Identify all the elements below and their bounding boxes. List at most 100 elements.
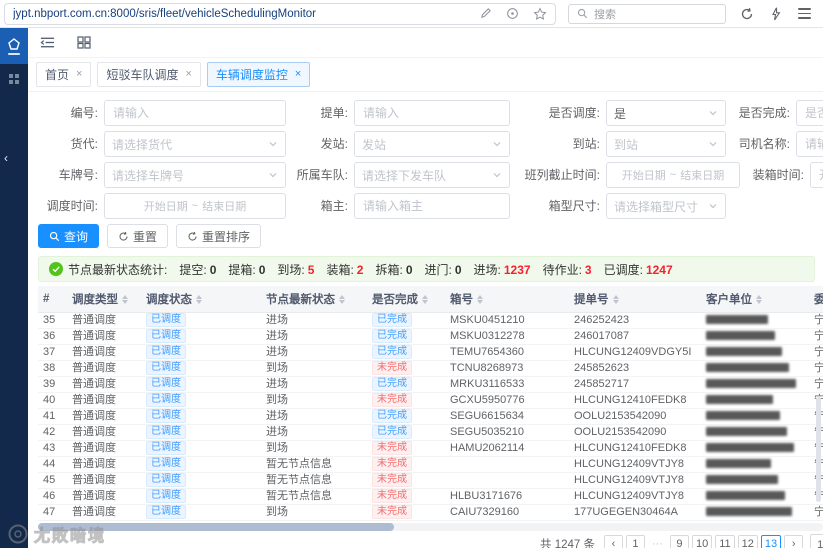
browser-search[interactable]: 搜索 — [568, 3, 726, 24]
tab-close-icon[interactable]: × — [76, 69, 82, 80]
sort-icon[interactable] — [122, 295, 128, 305]
table-row[interactable]: 35普通调度已调度 进场已完成 MSKU0451210246252423 宁波 — [38, 312, 823, 329]
banlie-date-range[interactable]: 开始日期 ~ 结束日期 — [606, 162, 740, 188]
reset-sort-button[interactable]: 重置排序 — [176, 224, 262, 248]
column-header-7[interactable]: 客户单位 — [698, 286, 806, 313]
flash-icon[interactable] — [770, 7, 782, 21]
column-header-label: 箱号 — [450, 293, 473, 306]
table-row[interactable]: 43 普通调度 已调度 到场 未完成 HAMU2062114 HLCUNG12410FEDK… — [38, 440, 823, 457]
column-header-5[interactable]: 箱号 — [442, 286, 566, 313]
sort-icon[interactable] — [422, 295, 428, 305]
cell-done-status: 已完成 — [364, 312, 442, 329]
column-header-3[interactable]: 节点最新状态 — [258, 286, 364, 313]
filter-label: 提单: — [320, 106, 348, 120]
next-page-button[interactable]: › — [784, 534, 804, 548]
sidebar-menu-item[interactable] — [0, 64, 28, 94]
sort-icon[interactable] — [339, 295, 345, 305]
horizontal-scrollbar[interactable] — [38, 522, 823, 531]
dashboard-grid-icon[interactable] — [77, 36, 91, 49]
status-item-label: 进场: — [473, 262, 501, 277]
page-size-value: 100 条/页 — [817, 538, 823, 548]
reset-button[interactable]: 重置 — [107, 224, 169, 248]
table-row[interactable]: 40 普通调度 已调度 到场 未完成 GCXU5950776 HLCUNG12410FEDK… — [38, 392, 823, 409]
tab-车辆调度监控[interactable]: 车辆调度监控 × — [206, 62, 311, 87]
bianhao-input[interactable] — [104, 100, 286, 126]
diaodu-date-range[interactable]: 开始日期 ~ 结束日期 — [104, 193, 286, 219]
tab-短驳车队调度[interactable]: 短驳车队调度 × — [97, 62, 201, 87]
search-placeholder: 搜索 — [594, 8, 616, 21]
page-button-13[interactable]: 13 — [760, 534, 782, 548]
sort-icon[interactable] — [612, 295, 619, 305]
address-bar[interactable]: jypt.nbport.com.cn:8000/sris/fleet/vehic… — [4, 2, 556, 25]
cell-entrust: 宁波 — [806, 328, 823, 345]
table-row[interactable]: 45普通调度已调度暂无节点信息未完成HLCUNG12409VTJY8宁波 — [38, 472, 823, 489]
prev-page-button[interactable]: ‹ — [603, 534, 623, 548]
chepai-select[interactable]: 请选择车牌号 — [104, 162, 286, 188]
more-pages[interactable]: ··· — [647, 534, 667, 548]
huodai-select[interactable]: 请选择货代 — [104, 131, 286, 157]
page-button-10[interactable]: 10 — [691, 534, 713, 548]
page-button-9[interactable]: 9 — [669, 534, 689, 548]
page-size-select[interactable]: 100 条/页 — [810, 533, 823, 548]
table-row[interactable]: 47 普通调度 已调度 到场 未完成 CAIU7329160 177UGEGEN30464A… — [38, 504, 823, 521]
edit-icon[interactable] — [479, 7, 492, 20]
siji-input[interactable] — [796, 131, 823, 157]
query-button[interactable]: 查询 — [38, 224, 100, 248]
table-row[interactable]: 44普通调度已调度暂无节点信息未完成HLCUNG12409VTJY8宁波 — [38, 456, 823, 473]
tab-close-icon[interactable]: × — [185, 69, 191, 80]
table-row[interactable]: 36普通调度已调度 进场已完成 MSKU0312278246017087 宁波 — [38, 328, 823, 345]
zhuangxiang-date-input[interactable] — [810, 162, 823, 188]
sidebar-collapse-icon[interactable]: ‹ — [0, 146, 12, 170]
menu-icon[interactable] — [798, 8, 811, 19]
sort-icon[interactable] — [477, 295, 483, 305]
xiangxing-select[interactable]: 请选择箱型尺寸 — [606, 193, 726, 219]
tidan-input[interactable] — [354, 100, 510, 126]
column-header-2[interactable]: 调度状态 — [138, 286, 258, 313]
status-item-label: 装箱: — [326, 262, 354, 277]
page-button-1[interactable]: 1 — [625, 534, 645, 548]
refresh-icon[interactable] — [740, 7, 754, 21]
status-item-value: 0 — [454, 262, 462, 277]
xiangzhu-input[interactable] — [354, 193, 510, 219]
page-button-11[interactable]: 11 — [715, 534, 735, 548]
column-header-1[interactable]: 调度类型 — [64, 286, 138, 313]
bookmark-star-icon[interactable] — [533, 6, 547, 21]
column-header-8[interactable]: 委托单位 — [806, 286, 823, 313]
table-row[interactable]: 42普通调度已调度进场已完成SEGU5035210OOLU2153542090宁… — [38, 424, 823, 441]
status-item: 已调度: 1247 — [604, 263, 673, 277]
column-header-6[interactable]: 提单号 — [566, 286, 698, 313]
url-text[interactable]: jypt.nbport.com.cn:8000/sris/fleet/vehic… — [13, 8, 471, 20]
table-row[interactable]: 41普通调度已调度进场已完成SEGU6615634OOLU2153542090宁… — [38, 408, 823, 425]
filter-label: 班列截止时间: — [524, 168, 600, 182]
shifou-wancheng-input[interactable] — [796, 100, 823, 126]
filter-label: 是否完成: — [738, 106, 790, 120]
sort-icon[interactable] — [756, 295, 762, 305]
menu-fold-icon[interactable] — [40, 36, 55, 49]
chedui-select[interactable]: 请选择下发车队 — [354, 162, 510, 188]
shifou-diaodu-select[interactable]: 是 — [606, 100, 726, 126]
sort-icon[interactable] — [196, 295, 202, 305]
reset-sort-icon — [188, 231, 197, 241]
app-logo[interactable] — [0, 28, 28, 64]
table-row[interactable]: 37 普通调度 已调度 进场 已完成 TEMU7654360 HLCUNG12409VDGY… — [38, 344, 823, 361]
daozhan-select[interactable]: 到站 — [606, 131, 726, 157]
cell-client — [698, 360, 806, 377]
cell-index: 42 — [38, 424, 64, 441]
fazhan-select[interactable]: 发站 — [354, 131, 510, 157]
tab-label: 车辆调度监控 — [215, 68, 288, 82]
page-button-12[interactable]: 12 — [737, 534, 758, 548]
cell-dispatch-status: 已调度 — [138, 392, 258, 409]
tab-close-icon[interactable]: × — [295, 69, 301, 80]
cell-done-status: 已完成 — [364, 424, 442, 441]
status-item-value: 0 — [405, 262, 413, 277]
scrollbar-thumb[interactable] — [38, 522, 394, 531]
cell-bill-no: HLCUNG12409VTJY8 — [566, 456, 698, 473]
tab-首页[interactable]: 首页 × — [36, 62, 92, 87]
column-header-4[interactable]: 是否完成 — [364, 286, 442, 313]
vertical-scrollbar[interactable] — [816, 397, 821, 502]
table-row[interactable]: 38普通调度已调度 到场未完成 TCNU8268973245852623 宁波 — [38, 360, 823, 377]
table-row[interactable]: 46 普通调度 已调度 暂无节点信息 未完成 HLBU3171676 HLCUNG12409… — [38, 488, 823, 505]
cell-container-no: HAMU2062114 — [442, 440, 566, 457]
table-row[interactable]: 39普通调度已调度 进场已完成 MRKU3116533245852717 宁波 — [38, 376, 823, 393]
reader-mode-icon[interactable] — [506, 7, 519, 20]
